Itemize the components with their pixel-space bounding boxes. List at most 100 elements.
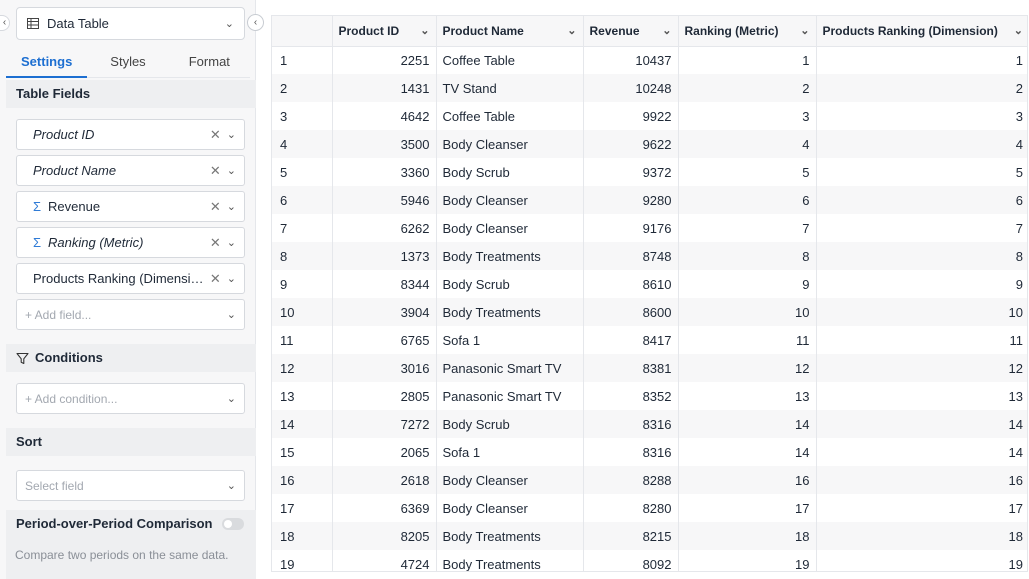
collapse-panel-button[interactable]: ‹ [247, 14, 264, 31]
chevron-down-icon[interactable]: ⌄ [227, 200, 236, 213]
products-ranking-dimension-cell: 18 [816, 522, 1027, 550]
pop-comparison-header: Period-over-Period Comparison [6, 510, 256, 538]
table-row[interactable]: 3 4642 Coffee Table 9922 3 3 [272, 102, 1027, 130]
visualization-type-select[interactable]: Data Table ⌄ [16, 7, 245, 40]
sort-field-select[interactable]: Select field ⌄ [16, 470, 245, 501]
product-id-cell: 3360 [332, 158, 437, 186]
column-header-products-ranking-dimension[interactable]: Products Ranking (Dimension) ⌄ [816, 16, 1027, 47]
table-row[interactable]: 12 3016 Panasonic Smart TV 8381 12 12 [272, 354, 1027, 382]
chevron-down-icon[interactable]: ⌄ [227, 272, 236, 285]
column-header-product-id[interactable]: Product ID ⌄ [332, 16, 437, 47]
table-row[interactable]: 19 4724 Body Treatments 8092 19 19 [272, 550, 1027, 571]
table-row[interactable]: 13 2805 Panasonic Smart TV 8352 13 13 [272, 382, 1027, 410]
product-name-cell: Body Scrub [436, 410, 584, 438]
column-header-revenue[interactable]: Revenue ⌄ [583, 16, 679, 47]
field-ranking-metric[interactable]: Σ Ranking (Metric) ✕ ⌄ [16, 227, 245, 258]
chevron-down-icon[interactable]: ⌄ [227, 164, 236, 177]
row-index-cell: 18 [272, 522, 333, 550]
table-row[interactable]: 11 6765 Sofa 1 8417 11 11 [272, 326, 1027, 354]
product-id-cell: 3904 [332, 298, 437, 326]
collapse-left-button[interactable]: ‹ [0, 15, 10, 31]
remove-icon[interactable]: ✕ [210, 199, 221, 215]
table-row[interactable]: 6 5946 Body Cleanser 9280 6 6 [272, 186, 1027, 214]
product-name-cell: Body Cleanser [436, 130, 584, 158]
pop-comparison-toggle[interactable] [222, 518, 244, 530]
products-ranking-dimension-cell: 16 [816, 466, 1027, 494]
table-fields-header: Table Fields [6, 80, 256, 108]
field-product-name[interactable]: Product Name ✕ ⌄ [16, 155, 245, 186]
remove-icon[interactable]: ✕ [210, 271, 221, 287]
product-name-cell: Body Treatments [436, 242, 584, 270]
table-row[interactable]: 1 2251 Coffee Table 10437 1 1 [272, 46, 1027, 74]
table-row[interactable]: 14 7272 Body Scrub 8316 14 14 [272, 410, 1027, 438]
table-row[interactable]: 10 3904 Body Treatments 8600 10 10 [272, 298, 1027, 326]
field-name: Ranking (Metric) [48, 235, 144, 250]
product-name-cell: Sofa 1 [436, 326, 584, 354]
chevron-down-icon[interactable]: ⌄ [567, 24, 576, 37]
revenue-cell: 8316 [583, 438, 679, 466]
field-revenue[interactable]: Σ Revenue ✕ ⌄ [16, 191, 245, 222]
revenue-cell: 8417 [583, 326, 679, 354]
column-header-index [272, 16, 333, 47]
column-header-product-name[interactable]: Product Name ⌄ [436, 16, 584, 47]
add-condition-placeholder: + Add condition... [25, 391, 118, 406]
chevron-down-icon[interactable]: ⌄ [800, 24, 809, 37]
field-name: Revenue [48, 199, 101, 214]
table-row[interactable]: 7 6262 Body Cleanser 9176 7 7 [272, 214, 1027, 242]
table-row[interactable]: 5 3360 Body Scrub 9372 5 5 [272, 158, 1027, 186]
table-row[interactable]: 9 8344 Body Scrub 8610 9 9 [272, 270, 1027, 298]
row-index-cell: 3 [272, 102, 333, 130]
product-id-cell: 2805 [332, 382, 437, 410]
conditions-header: Conditions [6, 344, 256, 372]
table-row[interactable]: 2 1431 TV Stand 10248 2 2 [272, 74, 1027, 102]
row-index-cell: 9 [272, 270, 333, 298]
ranking-metric-cell: 5 [678, 158, 817, 186]
remove-icon[interactable]: ✕ [210, 163, 221, 179]
column-header-label: Revenue [589, 23, 640, 38]
products-ranking-dimension-cell: 12 [816, 354, 1027, 382]
field-products-ranking-dimension[interactable]: Products Ranking (Dimension) ✕ ⌄ [16, 263, 245, 294]
revenue-cell: 8748 [583, 242, 679, 270]
chevron-down-icon[interactable]: ⌄ [662, 24, 671, 37]
product-id-cell: 1431 [332, 74, 437, 102]
table-icon [27, 18, 39, 29]
tab-styles[interactable]: Styles [87, 50, 168, 77]
table-row[interactable]: 17 6369 Body Cleanser 8280 17 17 [272, 494, 1027, 522]
chevron-down-icon[interactable]: ⌄ [227, 236, 236, 249]
chevron-down-icon: ⌄ [226, 393, 236, 405]
settings-panel: ‹ Data Table ⌄ Settings Styles Format Ta… [0, 0, 256, 579]
products-ranking-dimension-cell: 7 [1015, 220, 1023, 236]
add-field-select[interactable]: + Add field... ⌄ [16, 299, 245, 330]
row-index-cell: 8 [272, 242, 333, 270]
ranking-metric-cell: 4 [678, 130, 817, 158]
remove-icon[interactable]: ✕ [210, 235, 221, 251]
table-row[interactable]: 15 2065 Sofa 1 8316 14 14 [272, 438, 1027, 466]
remove-icon[interactable]: ✕ [210, 127, 221, 143]
table-body: 1 2251 Coffee Table 10437 1 1 2 1431 TV Stand 102… [272, 46, 1027, 571]
product-name-cell: Body Treatments [436, 298, 584, 326]
field-product-id[interactable]: Product ID ✕ ⌄ [16, 119, 245, 150]
products-ranking-dimension-cell: 11 [1009, 332, 1024, 348]
filter-icon [16, 352, 29, 364]
column-header-ranking-metric[interactable]: Ranking (Metric) ⌄ [678, 16, 817, 47]
add-condition-select[interactable]: + Add condition... ⌄ [16, 383, 245, 414]
chevron-down-icon: ⌄ [226, 480, 236, 492]
chevron-down-icon[interactable]: ⌄ [1014, 24, 1023, 37]
chevron-down-icon[interactable]: ⌄ [227, 128, 236, 141]
products-ranking-dimension-cell: 13 [1008, 388, 1023, 404]
table-row[interactable]: 4 3500 Body Cleanser 9622 4 4 [272, 130, 1027, 158]
products-ranking-dimension-cell: 1 [1015, 52, 1023, 68]
tab-settings[interactable]: Settings [6, 50, 88, 78]
table-row[interactable]: 8 1373 Body Treatments 8748 8 8 [272, 242, 1027, 270]
product-name-cell: Body Treatments [436, 522, 584, 550]
revenue-cell: 9176 [583, 214, 679, 242]
table-header-row: Product ID ⌄ Product Name ⌄ Revenue ⌄ Ranki… [272, 16, 1027, 47]
tab-format[interactable]: Format [169, 50, 250, 77]
panel-tabs: Settings Styles Format [6, 50, 250, 78]
product-id-cell: 4724 [332, 550, 437, 571]
sigma-icon: Σ [33, 235, 42, 250]
table-row[interactable]: 16 2618 Body Cleanser 8288 16 16 [272, 466, 1027, 494]
chevron-down-icon[interactable]: ⌄ [420, 24, 429, 37]
table-row[interactable]: 18 8205 Body Treatments 8215 18 18 [272, 522, 1027, 550]
table-fields-title: Table Fields [16, 86, 91, 101]
